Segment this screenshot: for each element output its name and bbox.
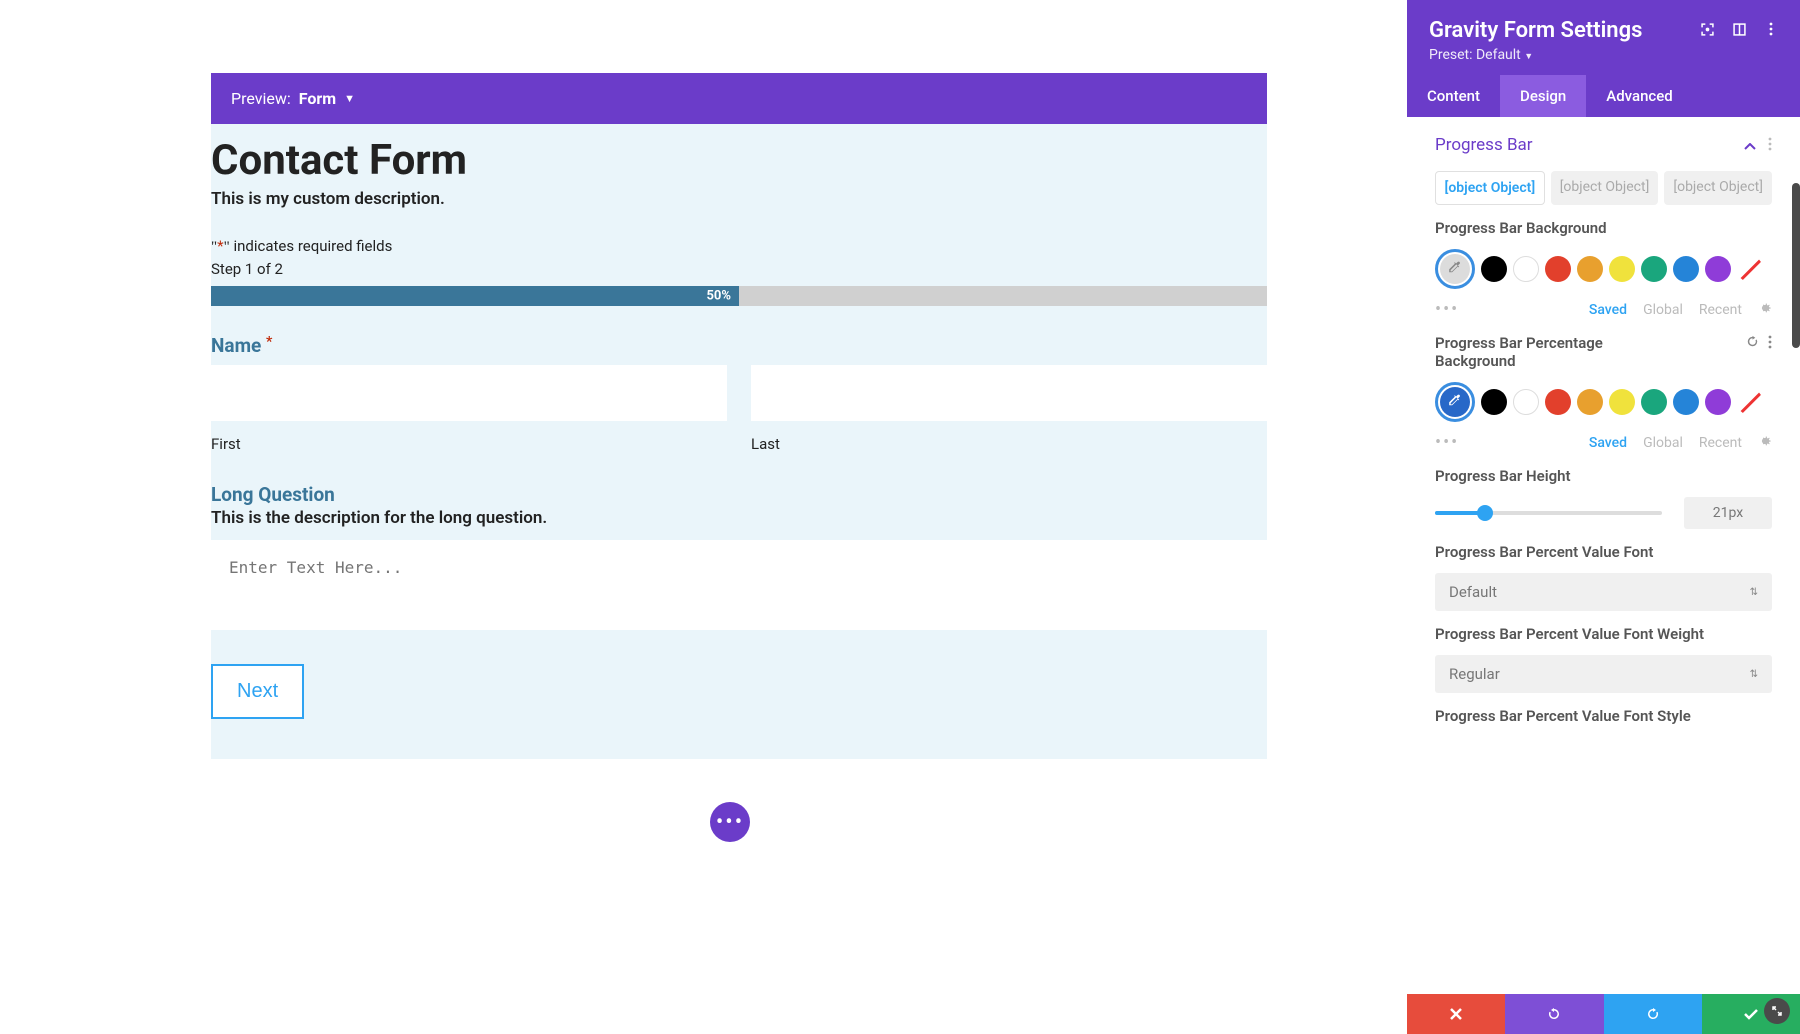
- label-height: Progress Bar Height: [1435, 467, 1772, 485]
- long-question-textarea[interactable]: [211, 540, 1267, 630]
- tab-advanced[interactable]: Advanced: [1586, 75, 1692, 117]
- swatch-black[interactable]: [1481, 256, 1507, 282]
- swatch-black[interactable]: [1481, 389, 1507, 415]
- swatch-white[interactable]: [1513, 256, 1539, 282]
- gear-icon[interactable]: [1758, 434, 1772, 452]
- select-arrow-icon: ⇅: [1750, 669, 1758, 680]
- swatch-tab-saved[interactable]: Saved: [1589, 302, 1627, 318]
- scrollbar-thumb[interactable]: [1792, 183, 1800, 348]
- expand-icon[interactable]: [1700, 22, 1714, 36]
- preview-banner[interactable]: Preview: Form ▼: [211, 73, 1267, 124]
- last-name-input[interactable]: [751, 365, 1267, 421]
- last-name-sublabel: Last: [751, 435, 1267, 453]
- swatch-yellow[interactable]: [1609, 256, 1635, 282]
- swatch-blue[interactable]: [1673, 256, 1699, 282]
- form-description: This is my custom description.: [211, 189, 1267, 209]
- swatch-transparent[interactable]: [1737, 389, 1763, 415]
- preview-form-select[interactable]: Form: [299, 89, 336, 108]
- undo-button[interactable]: [1505, 994, 1603, 1034]
- form-title: Contact Form: [211, 136, 1267, 185]
- label-percent-font-style: Progress Bar Percent Value Font Style: [1435, 707, 1772, 725]
- chevron-up-icon: [1744, 136, 1756, 155]
- slider-thumb[interactable]: [1477, 505, 1493, 521]
- required-fields-note: "*" indicates required fields: [211, 237, 1267, 256]
- swatch-tab-saved[interactable]: Saved: [1589, 435, 1627, 451]
- swatch-red[interactable]: [1545, 256, 1571, 282]
- more-swatches-icon[interactable]: •••: [1435, 299, 1459, 320]
- sidebar-title: Gravity Form Settings: [1429, 18, 1642, 43]
- next-button[interactable]: Next: [211, 664, 304, 719]
- more-options-icon[interactable]: [1768, 334, 1772, 353]
- swatch-white[interactable]: [1513, 389, 1539, 415]
- gear-icon[interactable]: [1758, 301, 1772, 319]
- swatch-blue[interactable]: [1673, 389, 1699, 415]
- swatch-green[interactable]: [1641, 389, 1667, 415]
- reset-icon[interactable]: [1745, 334, 1760, 353]
- label-bg-color: Progress Bar Background: [1435, 219, 1772, 237]
- first-name-input[interactable]: [211, 365, 727, 421]
- first-name-sublabel: First: [211, 435, 727, 453]
- object-tab-2[interactable]: [object Object]: [1551, 171, 1659, 205]
- color-picker-button[interactable]: [1435, 382, 1475, 422]
- layout-icon[interactable]: [1732, 22, 1746, 36]
- fab-more-options[interactable]: •••: [710, 802, 750, 842]
- object-tab-3[interactable]: [object Object]: [1664, 171, 1772, 205]
- swatch-tab-recent[interactable]: Recent: [1699, 435, 1742, 451]
- swatch-purple[interactable]: [1705, 389, 1731, 415]
- swatch-red[interactable]: [1545, 389, 1571, 415]
- more-swatches-icon[interactable]: •••: [1435, 432, 1459, 453]
- font-select[interactable]: Default ⇅: [1435, 573, 1772, 611]
- eyedropper-icon: [1448, 260, 1462, 278]
- swatch-orange[interactable]: [1577, 389, 1603, 415]
- swatch-tab-global[interactable]: Global: [1643, 302, 1683, 318]
- swatch-green[interactable]: [1641, 256, 1667, 282]
- long-question-desc: This is the description for the long que…: [211, 508, 1267, 528]
- cancel-button[interactable]: [1407, 994, 1505, 1034]
- swatch-purple[interactable]: [1705, 256, 1731, 282]
- name-field-label: Name *: [211, 334, 1267, 357]
- progress-bar: 50%: [211, 286, 1267, 306]
- percent-bg-swatches: [1435, 382, 1772, 422]
- tab-content[interactable]: Content: [1407, 75, 1500, 117]
- swatch-orange[interactable]: [1577, 256, 1603, 282]
- font-weight-select[interactable]: Regular ⇅: [1435, 655, 1772, 693]
- label-percent-font: Progress Bar Percent Value Font: [1435, 543, 1772, 561]
- long-question-label: Long Question: [211, 483, 1267, 506]
- select-arrow-icon: ⇅: [1750, 587, 1758, 598]
- height-slider[interactable]: [1435, 511, 1662, 515]
- more-options-icon[interactable]: [1764, 22, 1778, 36]
- object-tab-1[interactable]: [object Object]: [1435, 171, 1545, 205]
- bg-color-swatches: [1435, 249, 1772, 289]
- redo-button[interactable]: [1604, 994, 1702, 1034]
- height-value-input[interactable]: 21px: [1684, 497, 1772, 529]
- color-picker-button[interactable]: [1435, 249, 1475, 289]
- accordion-more-icon[interactable]: [1768, 136, 1772, 155]
- accordion-progress-bar[interactable]: Progress Bar: [1407, 117, 1800, 171]
- chevron-down-icon: ▼: [344, 92, 355, 105]
- swatch-tab-recent[interactable]: Recent: [1699, 302, 1742, 318]
- step-indicator: Step 1 of 2: [211, 260, 1267, 278]
- preset-selector[interactable]: Preset: Default ▼: [1429, 47, 1642, 63]
- swatch-tab-global[interactable]: Global: [1643, 435, 1683, 451]
- tab-design[interactable]: Design: [1500, 75, 1586, 117]
- fab-expand-button[interactable]: [1764, 998, 1790, 1024]
- swatch-transparent[interactable]: [1737, 256, 1763, 282]
- swatch-yellow[interactable]: [1609, 389, 1635, 415]
- progress-bar-fill: 50%: [211, 286, 739, 306]
- eyedropper-icon: [1448, 393, 1462, 411]
- progress-percent-value: 50%: [706, 289, 731, 304]
- preview-label: Preview:: [231, 89, 291, 108]
- label-percent-font-weight: Progress Bar Percent Value Font Weight: [1435, 625, 1772, 643]
- label-percent-bg: Progress Bar Percentage Background: [1435, 334, 1615, 370]
